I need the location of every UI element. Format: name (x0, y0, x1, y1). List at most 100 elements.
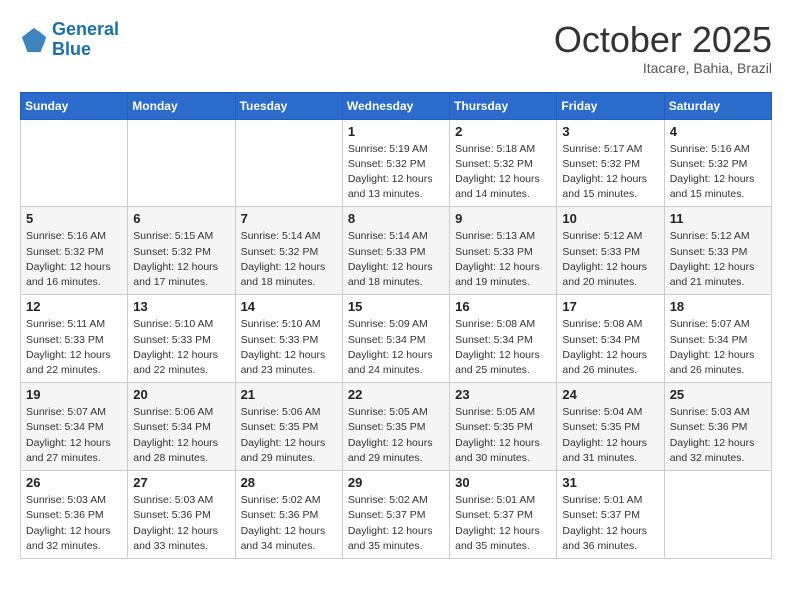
day-number: 5 (26, 211, 122, 226)
calendar-cell: 2 Sunrise: 5:18 AM Sunset: 5:32 PM Daylig… (450, 119, 557, 207)
calendar-cell: 29 Sunrise: 5:02 AM Sunset: 5:37 PM Dayli… (342, 471, 449, 559)
day-info: Sunrise: 5:03 AM Sunset: 5:36 PM Dayligh… (26, 493, 122, 554)
day-info: Sunrise: 5:14 AM Sunset: 5:33 PM Dayligh… (348, 229, 444, 290)
day-number: 7 (241, 211, 337, 226)
day-number: 15 (348, 299, 444, 314)
calendar-header: SundayMondayTuesdayWednesdayThursdayFrid… (21, 92, 772, 119)
weekday-header: Monday (128, 92, 235, 119)
day-info: Sunrise: 5:16 AM Sunset: 5:32 PM Dayligh… (26, 229, 122, 290)
day-info: Sunrise: 5:17 AM Sunset: 5:32 PM Dayligh… (562, 142, 658, 203)
day-info: Sunrise: 5:02 AM Sunset: 5:36 PM Dayligh… (241, 493, 337, 554)
day-info: Sunrise: 5:09 AM Sunset: 5:34 PM Dayligh… (348, 317, 444, 378)
day-number: 17 (562, 299, 658, 314)
calendar-week-row: 12Sunrise: 5:11 AM Sunset: 5:33 PM Dayli… (21, 295, 772, 383)
day-number: 10 (562, 211, 658, 226)
calendar-cell (128, 119, 235, 207)
day-info: Sunrise: 5:04 AM Sunset: 5:35 PM Dayligh… (562, 405, 658, 466)
logo-text: General Blue (52, 20, 119, 60)
day-info: Sunrise: 5:07 AM Sunset: 5:34 PM Dayligh… (670, 317, 766, 378)
day-info: Sunrise: 5:19 AM Sunset: 5:32 PM Dayligh… (348, 142, 444, 203)
calendar-cell: 3Sunrise: 5:17 AM Sunset: 5:32 PM Daylig… (557, 119, 664, 207)
day-number: 25 (670, 387, 766, 402)
day-number: 27 (133, 475, 229, 490)
day-info: Sunrise: 5:12 AM Sunset: 5:33 PM Dayligh… (562, 229, 658, 290)
calendar-cell: 13 Sunrise: 5:10 AM Sunset: 5:33 PM Dayli… (128, 295, 235, 383)
day-number: 6 (133, 211, 229, 226)
day-number: 21 (241, 387, 337, 402)
calendar-cell (21, 119, 128, 207)
calendar-cell: 11Sunrise: 5:12 AM Sunset: 5:33 PM Dayli… (664, 207, 771, 295)
calendar-cell: 18 Sunrise: 5:07 AM Sunset: 5:34 PM Dayli… (664, 295, 771, 383)
day-info: Sunrise: 5:18 AM Sunset: 5:32 PM Dayligh… (455, 142, 551, 203)
day-number: 24 (562, 387, 658, 402)
calendar-cell: 10 Sunrise: 5:12 AM Sunset: 5:33 PM Dayli… (557, 207, 664, 295)
day-info: Sunrise: 5:06 AM Sunset: 5:34 PM Dayligh… (133, 405, 229, 466)
calendar-cell: 22Sunrise: 5:05 AM Sunset: 5:35 PM Dayli… (342, 383, 449, 471)
day-number: 13 (133, 299, 229, 314)
weekday-header: Sunday (21, 92, 128, 119)
day-info: Sunrise: 5:14 AM Sunset: 5:32 PM Dayligh… (241, 229, 337, 290)
day-info: Sunrise: 5:08 AM Sunset: 5:34 PM Dayligh… (455, 317, 551, 378)
calendar-week-row: 19 Sunrise: 5:07 AM Sunset: 5:34 PM Dayli… (21, 383, 772, 471)
calendar-cell: 20 Sunrise: 5:06 AM Sunset: 5:34 PM Dayli… (128, 383, 235, 471)
day-number: 29 (348, 475, 444, 490)
calendar-cell: 19 Sunrise: 5:07 AM Sunset: 5:34 PM Dayli… (21, 383, 128, 471)
calendar-cell: 8Sunrise: 5:14 AM Sunset: 5:33 PM Daylig… (342, 207, 449, 295)
calendar-cell: 26 Sunrise: 5:03 AM Sunset: 5:36 PM Dayli… (21, 471, 128, 559)
calendar-week-row: 1Sunrise: 5:19 AM Sunset: 5:32 PM Daylig… (21, 119, 772, 207)
day-info: Sunrise: 5:05 AM Sunset: 5:35 PM Dayligh… (455, 405, 551, 466)
calendar-cell: 6 Sunrise: 5:15 AM Sunset: 5:32 PM Daylig… (128, 207, 235, 295)
calendar-cell: 16 Sunrise: 5:08 AM Sunset: 5:34 PM Dayli… (450, 295, 557, 383)
calendar-cell: 5 Sunrise: 5:16 AM Sunset: 5:32 PM Daylig… (21, 207, 128, 295)
calendar-cell: 7 Sunrise: 5:14 AM Sunset: 5:32 PM Daylig… (235, 207, 342, 295)
month-title: October 2025 (554, 20, 772, 60)
day-info: Sunrise: 5:02 AM Sunset: 5:37 PM Dayligh… (348, 493, 444, 554)
day-number: 28 (241, 475, 337, 490)
calendar-cell: 30 Sunrise: 5:01 AM Sunset: 5:37 PM Dayli… (450, 471, 557, 559)
day-info: Sunrise: 5:01 AM Sunset: 5:37 PM Dayligh… (455, 493, 551, 554)
day-number: 11 (670, 211, 766, 226)
day-info: Sunrise: 5:01 AM Sunset: 5:37 PM Dayligh… (562, 493, 658, 554)
calendar-week-row: 5 Sunrise: 5:16 AM Sunset: 5:32 PM Daylig… (21, 207, 772, 295)
day-number: 9 (455, 211, 551, 226)
day-number: 2 (455, 124, 551, 139)
calendar-cell: 31Sunrise: 5:01 AM Sunset: 5:37 PM Dayli… (557, 471, 664, 559)
weekday-header: Wednesday (342, 92, 449, 119)
day-info: Sunrise: 5:03 AM Sunset: 5:36 PM Dayligh… (133, 493, 229, 554)
day-number: 18 (670, 299, 766, 314)
day-info: Sunrise: 5:11 AM Sunset: 5:33 PM Dayligh… (26, 317, 122, 378)
logo-icon (20, 26, 48, 54)
day-info: Sunrise: 5:16 AM Sunset: 5:32 PM Dayligh… (670, 142, 766, 203)
calendar-cell (235, 119, 342, 207)
day-number: 22 (348, 387, 444, 402)
calendar-cell: 15 Sunrise: 5:09 AM Sunset: 5:34 PM Dayli… (342, 295, 449, 383)
calendar-cell: 17Sunrise: 5:08 AM Sunset: 5:34 PM Dayli… (557, 295, 664, 383)
day-number: 23 (455, 387, 551, 402)
calendar-cell: 25 Sunrise: 5:03 AM Sunset: 5:36 PM Dayli… (664, 383, 771, 471)
day-info: Sunrise: 5:07 AM Sunset: 5:34 PM Dayligh… (26, 405, 122, 466)
day-number: 16 (455, 299, 551, 314)
weekday-header: Saturday (664, 92, 771, 119)
day-number: 26 (26, 475, 122, 490)
day-number: 19 (26, 387, 122, 402)
calendar-cell: 28 Sunrise: 5:02 AM Sunset: 5:36 PM Dayli… (235, 471, 342, 559)
day-info: Sunrise: 5:03 AM Sunset: 5:36 PM Dayligh… (670, 405, 766, 466)
calendar-cell: 24 Sunrise: 5:04 AM Sunset: 5:35 PM Dayli… (557, 383, 664, 471)
location: Itacare, Bahia, Brazil (554, 60, 772, 76)
calendar-week-row: 26 Sunrise: 5:03 AM Sunset: 5:36 PM Dayli… (21, 471, 772, 559)
day-number: 30 (455, 475, 551, 490)
weekday-header: Thursday (450, 92, 557, 119)
logo: General Blue (20, 20, 119, 60)
day-number: 14 (241, 299, 337, 314)
day-info: Sunrise: 5:10 AM Sunset: 5:33 PM Dayligh… (133, 317, 229, 378)
day-info: Sunrise: 5:15 AM Sunset: 5:32 PM Dayligh… (133, 229, 229, 290)
day-number: 4 (670, 124, 766, 139)
calendar-cell: 9Sunrise: 5:13 AM Sunset: 5:33 PM Daylig… (450, 207, 557, 295)
calendar-body: 1Sunrise: 5:19 AM Sunset: 5:32 PM Daylig… (21, 119, 772, 558)
calendar-cell (664, 471, 771, 559)
weekday-header: Tuesday (235, 92, 342, 119)
day-info: Sunrise: 5:10 AM Sunset: 5:33 PM Dayligh… (241, 317, 337, 378)
day-number: 20 (133, 387, 229, 402)
calendar-cell: 27 Sunrise: 5:03 AM Sunset: 5:36 PM Dayli… (128, 471, 235, 559)
calendar-table: SundayMondayTuesdayWednesdayThursdayFrid… (20, 92, 772, 559)
